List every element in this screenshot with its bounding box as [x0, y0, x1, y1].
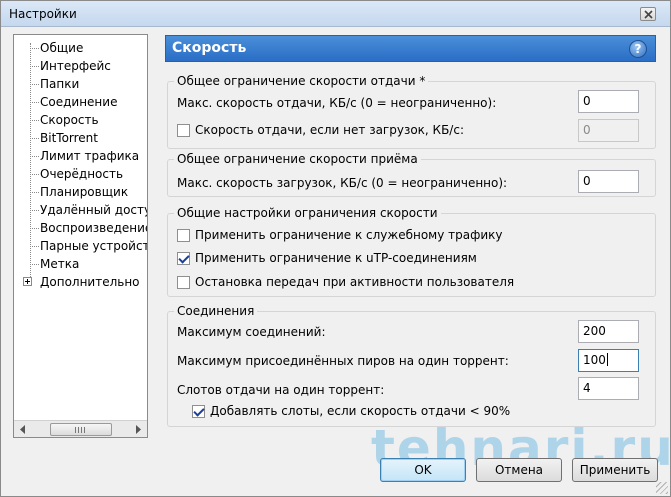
tree-item[interactable]: Папки: [14, 75, 147, 93]
limit-overhead-checkbox[interactable]: [177, 229, 190, 242]
panel-header: Скорость ?: [165, 35, 656, 62]
tree-item-label: BitTorrent: [40, 131, 98, 145]
upload-slots-label: Слотов отдачи на один торрент:: [177, 383, 385, 397]
upload-limit-group: Общее ограничение скорости отдачи * Макс…: [167, 74, 656, 149]
tree-horizontal-scrollbar[interactable]: [14, 420, 147, 437]
tree-item-label: Общие: [40, 41, 84, 55]
tree-item[interactable]: Общие: [14, 39, 147, 57]
tree-item[interactable]: Метка: [14, 255, 147, 273]
max-peers-input[interactable]: 100: [578, 349, 639, 372]
upload-no-downloads-input[interactable]: 0: [578, 119, 639, 142]
rate-limit-settings-group: Общие настройки ограничения скорости При…: [167, 206, 656, 297]
tree-list: Общие Интерфейс Папки Соединение Скорость Bit…: [14, 39, 147, 419]
upload-slots-input[interactable]: 4: [578, 377, 639, 400]
close-button[interactable]: [640, 7, 656, 21]
tree-item-label: Скорость: [40, 113, 99, 127]
download-limit-legend: Общее ограничение скорости приёма: [174, 152, 421, 166]
tree-item-label: Дополнительно: [40, 275, 140, 289]
tree-item[interactable]: Дополнительно: [14, 273, 147, 291]
tree-item-label: Удалённый доступ: [40, 203, 147, 217]
limit-utp-checkbox[interactable]: [177, 252, 190, 265]
tree-item-label: Лимит трафика: [40, 149, 140, 163]
upload-limit-legend: Общее ограничение скорости отдачи *: [174, 74, 429, 88]
tree-item[interactable]: Планировщик: [14, 183, 147, 201]
stop-on-activity-checkbox[interactable]: [177, 276, 190, 289]
tree-item-label: Интерфейс: [40, 59, 111, 73]
tree-item-label: Очерёдность: [40, 167, 124, 181]
scroll-thumb[interactable]: [50, 423, 112, 436]
cancel-button[interactable]: Отмена: [476, 458, 562, 482]
settings-tree[interactable]: Общие Интерфейс Папки Соединение Скорость Bit…: [13, 34, 148, 438]
scroll-right-icon[interactable]: [130, 422, 146, 437]
limit-overhead-label: Применить ограничение к служебному трафи…: [195, 228, 503, 242]
tree-item[interactable]: Удалённый доступ: [14, 201, 147, 219]
ok-button[interactable]: OK: [380, 458, 466, 482]
tree-item-label: Папки: [40, 77, 80, 91]
stop-on-activity-label: Остановка передач при активности пользов…: [195, 275, 515, 289]
tree-item-label: Планировщик: [40, 185, 129, 199]
title-bar: Настройки: [1, 1, 670, 27]
tree-item[interactable]: Воспроизведение: [14, 219, 147, 237]
close-icon: [644, 10, 653, 19]
tree-item[interactable]: Соединение: [14, 93, 147, 111]
max-download-input[interactable]: 0: [578, 170, 639, 193]
download-limit-group: Общее ограничение скорости приёма Макс. …: [167, 152, 656, 197]
tree-item[interactable]: Парные устройства: [14, 237, 147, 255]
window-title: Настройки: [9, 7, 77, 21]
help-icon[interactable]: ?: [629, 40, 647, 58]
settings-window: Настройки Общие Интерфейс Папки Соединение С…: [0, 0, 671, 497]
max-upload-input[interactable]: 0: [578, 90, 639, 113]
limit-utp-label: Применить ограничение к uTP-соединениям: [195, 251, 477, 265]
tree-item[interactable]: Лимит трафика: [14, 147, 147, 165]
tree-item-label: Парные устройства: [40, 239, 147, 253]
apply-button[interactable]: Применить: [572, 458, 658, 482]
extra-slots-label: Добавлять слоты, если скорость отдачи < …: [210, 404, 511, 418]
tree-item[interactable]: Скорость: [14, 111, 147, 129]
upload-no-downloads-checkbox[interactable]: [177, 124, 190, 137]
tree-item[interactable]: Интерфейс: [14, 57, 147, 75]
max-connections-label: Максимум соединений:: [177, 325, 326, 339]
max-connections-input[interactable]: 200: [578, 320, 639, 343]
max-download-label: Макс. скорость загрузок, КБ/с (0 = неогр…: [177, 176, 508, 190]
tree-item-label: Соединение: [40, 95, 118, 109]
panel-title: Скорость: [172, 40, 247, 56]
connections-group: Соединения Максимум соединений: 200 Макс…: [167, 304, 656, 427]
extra-slots-checkbox[interactable]: [192, 405, 205, 418]
rate-limit-legend: Общие настройки ограничения скорости: [174, 206, 441, 220]
scroll-left-icon[interactable]: [15, 422, 31, 437]
connections-legend: Соединения: [174, 304, 258, 318]
resize-grip[interactable]: [656, 482, 668, 494]
max-peers-label: Максимум присоединённых пиров на один то…: [177, 354, 509, 368]
expand-plus-icon[interactable]: [23, 277, 32, 286]
tree-item-label: Метка: [40, 257, 80, 271]
max-upload-label: Макс. скорость отдачи, КБ/с (0 = неогран…: [177, 96, 497, 110]
upload-no-downloads-label: Скорость отдачи, если нет загрузок, КБ/с…: [195, 123, 464, 137]
tree-item[interactable]: Очерёдность: [14, 165, 147, 183]
tree-item[interactable]: BitTorrent: [14, 129, 147, 147]
tree-item-label: Воспроизведение: [40, 221, 147, 235]
